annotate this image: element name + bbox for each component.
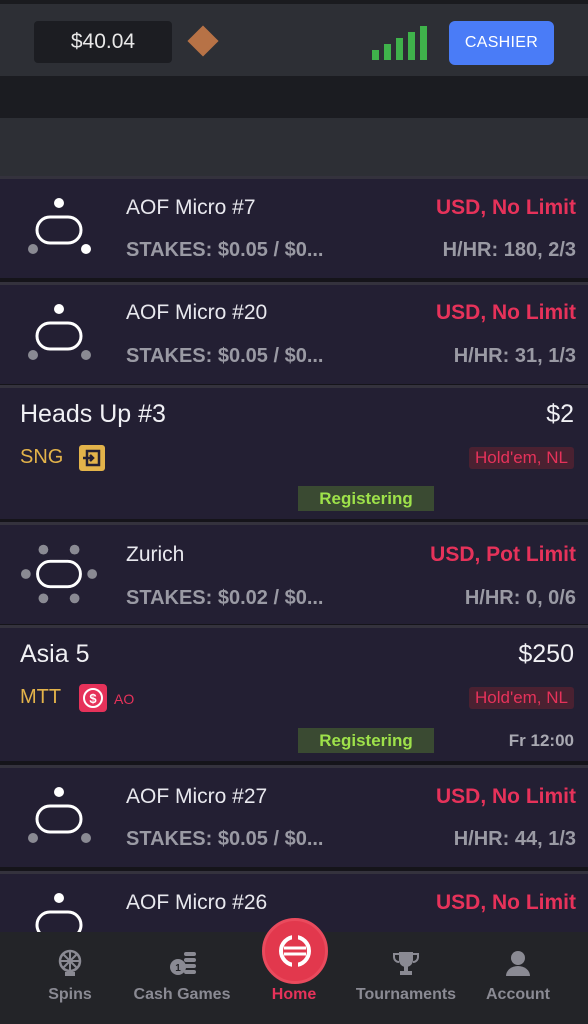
tournament-row[interactable]: Asia 5 $250 MTT $ AO Hold'em, NL Registe… — [0, 625, 588, 761]
table-stakes: STAKES: $0.05 / $0... — [126, 828, 324, 850]
dollar-badge-icon: $ — [79, 684, 107, 712]
table-3-seats-icon — [28, 304, 91, 360]
table-hands-per-hour: H/HR: 180, 2/3 — [442, 239, 576, 261]
table-name: AOF Micro #20 — [126, 301, 268, 324]
trophy-icon — [393, 952, 419, 975]
registration-status-badge: Registering — [298, 728, 434, 753]
nav-spins[interactable]: Spins — [40, 932, 100, 1024]
tournament-buyin: $250 — [518, 640, 574, 668]
tournament-buyin: $2 — [546, 400, 574, 428]
filter-area — [0, 118, 588, 176]
table-stakes: STAKES: $0.05 / $0... — [126, 345, 324, 367]
table-game-type: USD, Pot Limit — [430, 543, 576, 566]
balance-display: $40.04 — [34, 21, 172, 63]
svg-text:1: 1 — [175, 963, 181, 974]
table-game-type: USD, No Limit — [436, 785, 576, 808]
cash-table-row[interactable]: AOF Micro #27 USD, No Limit STAKES: $0.0… — [0, 765, 588, 867]
tournament-game-badge: Hold'em, NL — [468, 447, 574, 469]
tournament-row[interactable]: Heads Up #3 $2 SNG Hold'em, NL Registeri… — [0, 385, 588, 519]
table-game-type: USD, No Limit — [436, 196, 576, 219]
registration-status-badge: Registering — [298, 486, 434, 511]
table-stakes: STAKES: $0.05 / $0... — [126, 239, 324, 261]
table-hands-per-hour: H/HR: 44, 1/3 — [453, 828, 576, 850]
table-game-type: USD, No Limit — [436, 891, 576, 914]
coins-icon: 1 — [170, 952, 196, 975]
signal-strength-icon — [372, 26, 428, 60]
nav-tournaments-label: Tournaments — [355, 986, 457, 1003]
tournament-extra-tag: AO — [114, 691, 135, 707]
banner-area — [0, 76, 588, 118]
table-hands-per-hour: H/HR: 31, 1/3 — [453, 345, 576, 367]
tournament-name: Asia 5 — [20, 640, 90, 668]
cash-table-row[interactable]: AOF Micro #20 USD, No Limit STAKES: $0.0… — [0, 282, 588, 384]
nav-account[interactable]: Account — [484, 932, 552, 1024]
nav-spins-label: Spins — [48, 986, 92, 1003]
nav-account-label: Account — [486, 986, 550, 1003]
table-name: AOF Micro #7 — [126, 196, 256, 219]
account-icon — [506, 951, 530, 976]
tournament-start-time: Fr 12:00 — [508, 731, 574, 750]
tournament-type: MTT — [20, 686, 62, 708]
cash-table-row[interactable]: AOF Micro #7 USD, No Limit STAKES: $0.05… — [0, 176, 588, 278]
table-3-seats-icon — [28, 787, 91, 843]
table-3-seats-icon — [35, 893, 83, 932]
table-name: AOF Micro #26 — [126, 891, 268, 914]
top-bar: $40.04 CASHIER — [0, 0, 588, 76]
table-name: Zurich — [126, 543, 185, 566]
nav-home-label: Home — [271, 986, 317, 1003]
home-button[interactable] — [262, 918, 328, 984]
nav-cash-games[interactable]: 1 Cash Games — [128, 932, 236, 1024]
svg-text:$: $ — [89, 691, 97, 706]
home-refresh-icon — [279, 933, 311, 969]
cash-table-row[interactable]: Zurich USD, Pot Limit STAKES: $0.02 / $0… — [0, 522, 588, 624]
enter-sng-icon — [79, 445, 105, 471]
nav-tournaments[interactable]: Tournaments — [352, 932, 460, 1024]
nav-cash-games-label: Cash Games — [133, 986, 231, 1003]
table-stakes: STAKES: $0.02 / $0... — [126, 587, 324, 609]
diamond-icon — [187, 25, 219, 57]
tournament-game-badge: Hold'em, NL — [468, 687, 574, 709]
tournament-type: SNG — [20, 446, 64, 468]
table-name: AOF Micro #27 — [126, 785, 268, 808]
tournament-name: Heads Up #3 — [20, 400, 166, 428]
table-hands-per-hour: H/HR: 0, 0/6 — [464, 587, 576, 609]
cashier-button[interactable]: CASHIER — [449, 21, 554, 65]
table-3-seats-icon — [28, 198, 91, 254]
table-game-type: USD, No Limit — [436, 301, 576, 324]
wheel-icon — [58, 949, 82, 976]
table-6-seats-icon — [20, 544, 98, 604]
